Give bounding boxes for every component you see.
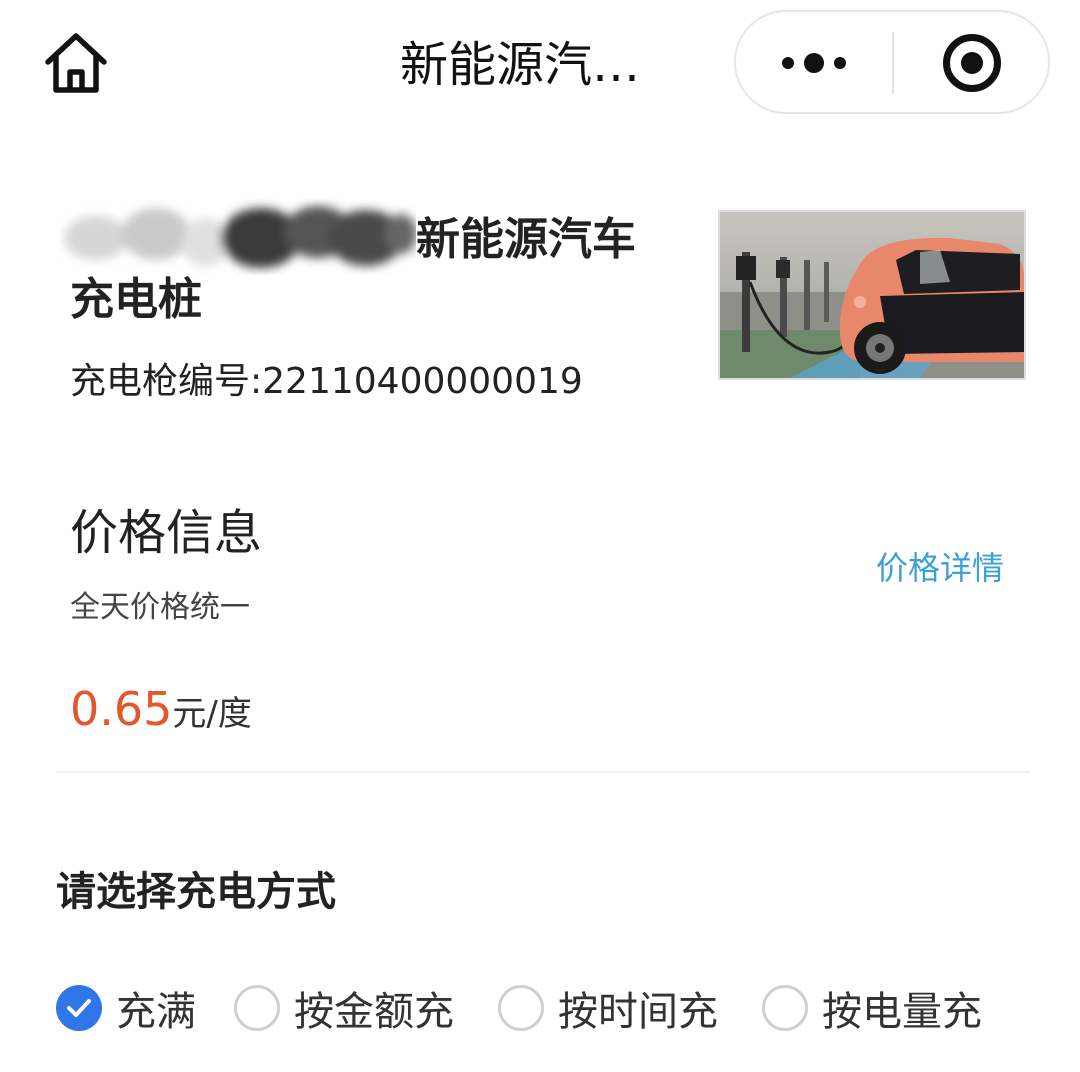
radio-unchecked-icon[interactable] bbox=[498, 985, 544, 1031]
home-button[interactable] bbox=[40, 28, 112, 98]
charging-gun-number: 充电枪编号:22110400000019 bbox=[70, 356, 583, 408]
charge-mode-title: 请选择充电方式 bbox=[56, 869, 336, 915]
redacted-station-name bbox=[64, 206, 416, 268]
gun-number-label: 充电枪编号: bbox=[70, 361, 263, 402]
price-display: 0.65元/度 bbox=[70, 682, 252, 736]
radio-unchecked-icon[interactable] bbox=[234, 985, 280, 1031]
charge-option-label: 按电量充 bbox=[822, 989, 982, 1035]
price-unit: 元/度 bbox=[172, 694, 252, 734]
station-photo bbox=[718, 210, 1026, 380]
charge-option-label: 充满 bbox=[116, 989, 196, 1035]
price-info-title: 价格信息 bbox=[70, 505, 263, 561]
price-value: 0.65 bbox=[70, 682, 173, 736]
radio-unchecked-icon[interactable] bbox=[762, 985, 808, 1031]
charging-page: 新能源汽… 新能源汽车 充电桩 充电枪编号:22110400000019 价格信… bbox=[0, 0, 1080, 1072]
charge-option-full[interactable]: 充满 bbox=[56, 980, 196, 1036]
price-detail-link[interactable]: 价格详情 bbox=[876, 546, 1004, 590]
close-mini-program-button[interactable] bbox=[894, 12, 1050, 112]
station-name-line2: 充电桩 bbox=[70, 274, 202, 325]
home-icon bbox=[45, 33, 107, 93]
station-name: 新能源汽车 bbox=[416, 214, 636, 265]
charge-option-time[interactable]: 按时间充 bbox=[498, 980, 718, 1036]
charge-option-label: 按时间充 bbox=[558, 989, 718, 1035]
charge-option-amount[interactable]: 按金额充 bbox=[234, 980, 454, 1036]
more-menu-button[interactable] bbox=[736, 12, 892, 112]
mini-program-capsule bbox=[734, 10, 1050, 114]
radio-checked-icon[interactable] bbox=[56, 985, 102, 1031]
section-divider bbox=[56, 771, 1030, 773]
price-info-subtitle: 全天价格统一 bbox=[70, 590, 250, 625]
charge-option-label: 按金额充 bbox=[294, 989, 454, 1035]
page-title: 新能源汽… bbox=[400, 37, 641, 93]
charge-option-energy[interactable]: 按电量充 bbox=[762, 980, 982, 1036]
gun-number-value: 22110400000019 bbox=[262, 361, 583, 402]
